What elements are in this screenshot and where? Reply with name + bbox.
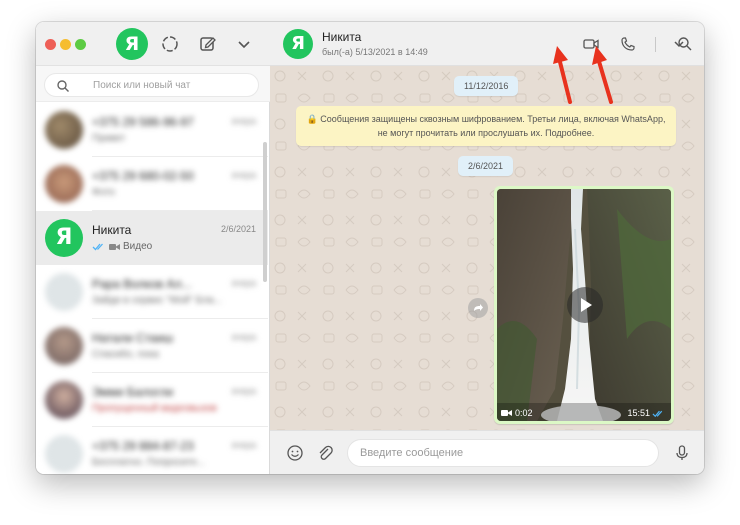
sidebar: Я +375 29 58 [36,22,270,474]
chat-preview: Привет [92,133,126,144]
message-composer [270,430,704,474]
chevron-down-icon[interactable] [234,34,254,54]
status-icon[interactable] [160,34,180,54]
minimize-window-button[interactable] [60,39,71,50]
chat-list-item[interactable]: +375 29 586-96-97 вчера Привет [36,103,268,157]
chat-time: вчера [231,170,256,180]
contact-name: Никита [322,30,362,44]
chat-preview: Бесплатно. Попросите... [92,457,206,468]
new-chat-icon[interactable] [198,34,218,54]
contact-avatar [45,273,83,311]
video-thumbnail[interactable]: 0:02 15:51 [497,189,671,421]
chat-preview-row: Видео [92,241,152,252]
search-bar [36,66,270,102]
contact-avatar [45,381,83,419]
maximize-window-button[interactable] [75,39,86,50]
chat-preview: Фото [92,187,115,198]
chat-name: +375 29 884-87-23 [92,439,194,453]
video-duration-text: 0:02 [515,408,533,418]
chat-preview: Видео [123,241,153,252]
chat-list: +375 29 586-96-97 вчера Привет +375 29 6… [36,103,268,474]
message-time: 15:51 [627,408,665,418]
message-time-text: 15:51 [627,408,650,418]
microphone-icon[interactable] [673,444,691,462]
chevron-down-icon[interactable] [670,35,688,53]
chat-list-item-nikita[interactable]: Я Никита 2/6/2021 Видео [36,211,268,265]
chat-name: Натали Стаиш [92,331,174,345]
chat-preview: Зайди в сервис "Мой" Бла... [92,295,222,306]
video-camera-icon [109,243,120,250]
emoji-icon[interactable] [286,444,304,462]
sidebar-scrollbar[interactable] [263,142,267,282]
encryption-notice-text: Сообщения защищены сквозным шифрованием.… [320,114,666,138]
chat-time: вчера [231,278,256,288]
chat-list-item[interactable]: +375 29 680-02-50 вчера Фото [36,157,268,211]
double-check-icon [652,410,663,417]
video-message-bubble[interactable]: 0:02 15:51 [494,186,674,424]
chat-time: 2/6/2021 [220,224,256,234]
search-input[interactable] [93,77,253,94]
encryption-notice[interactable]: 🔒 Сообщения защищены сквозным шифрование… [296,106,676,146]
message-input[interactable] [347,439,659,467]
chat-preview: Спасибо, пока [92,349,159,360]
chat-time: вчера [231,116,256,126]
chat-name: Papa Волков Ал... [92,277,192,291]
contact-avatar [45,111,83,149]
double-check-icon [92,243,103,251]
chat-name: Никита [92,223,132,237]
video-camera-icon [501,410,512,416]
chat-name: Эмми Балогли [92,385,174,399]
contact-avatar [45,435,83,473]
search-icon [57,80,69,92]
last-seen-status: был(-а) 5/13/2021 в 14:49 [322,47,428,57]
sidebar-header: Я [36,22,270,66]
chat-preview: Пропущенный видеовызов [92,403,217,414]
video-duration: 0:02 [501,408,533,418]
play-button[interactable] [567,287,603,323]
lock-icon: 🔒 [306,114,318,124]
chat-name: +375 29 586-96-97 [92,115,194,129]
message-area[interactable]: 11/12/2016 🔒 Сообщения защищены сквозным… [270,66,704,430]
chat-name: +375 29 680-02-50 [92,169,194,183]
date-separator: 2/6/2021 [458,156,514,176]
chat-list-item[interactable]: Эмми Балогли вчера Пропущенный видеовызо… [36,373,268,427]
play-icon [581,298,592,312]
header-divider [655,37,656,52]
contact-avatar[interactable]: Я [283,29,313,59]
forward-button[interactable] [468,298,488,318]
contact-avatar [45,165,83,203]
date-separator: 11/12/2016 [454,76,519,96]
chat-list-item[interactable]: Papa Волков Ал... вчера Зайди в сервис "… [36,265,268,319]
my-avatar[interactable]: Я [116,28,148,60]
attach-icon[interactable] [316,444,334,462]
search-box[interactable] [44,73,259,97]
chat-time: вчера [231,440,256,450]
contact-avatar [45,327,83,365]
chat-time: вчера [231,386,256,396]
forward-icon [474,304,483,311]
chat-time: вчера [231,332,256,342]
annotation-arrows [553,46,613,104]
contact-avatar: Я [45,219,83,257]
chat-list-item[interactable]: +375 29 884-87-23 вчера Бесплатно. Попро… [36,427,268,474]
close-window-button[interactable] [45,39,56,50]
chat-list-item[interactable]: Натали Стаиш вчера Спасибо, пока [36,319,268,373]
